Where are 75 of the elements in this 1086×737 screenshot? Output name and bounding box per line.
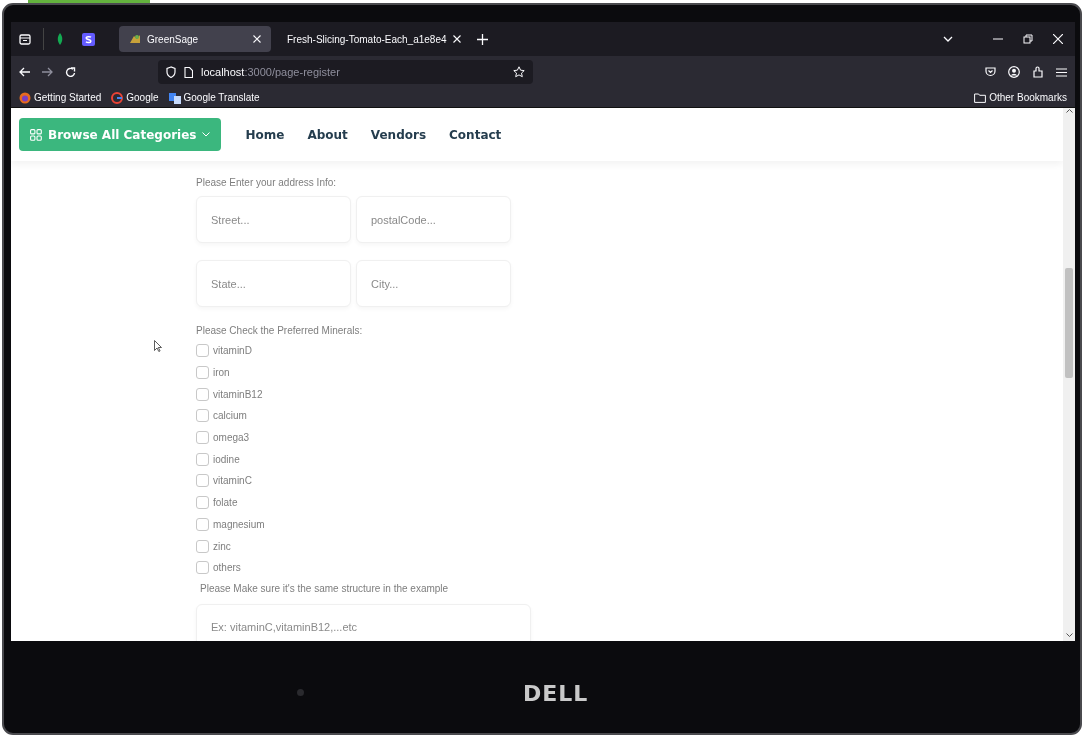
browser-tab[interactable]: Fresh-Slicing-Tomato-Each_a1e8e4	[277, 26, 471, 52]
checkbox-label: omega3	[213, 432, 250, 444]
scrollbar-thumb[interactable]	[1065, 268, 1073, 378]
url-path: :3000/page-register	[244, 66, 340, 78]
checkbox[interactable]	[196, 474, 209, 488]
folder-icon	[974, 92, 987, 103]
translate-icon	[168, 91, 181, 104]
close-tab-icon[interactable]	[253, 35, 261, 43]
checkbox-label: others	[213, 562, 241, 574]
s-pin-icon[interactable]	[82, 32, 95, 46]
minerals-input-field[interactable]: Ex: vitaminC,vitaminB12,...etc	[196, 603, 531, 641]
checkbox-label: iodine	[213, 453, 240, 465]
other-bookmarks-link[interactable]: Other Bookmarks	[989, 92, 1067, 103]
nav-link[interactable]: Vendors	[370, 127, 427, 142]
account-icon[interactable]	[1008, 66, 1020, 78]
checkbox-label: vitaminB12	[213, 388, 263, 400]
address-field[interactable]: Street...	[196, 196, 351, 243]
checkbox-label: vitaminC	[213, 475, 252, 487]
mouse-pointer-icon	[154, 340, 162, 352]
minerals-prompt: Please Check the Preferred Minerals:	[196, 325, 364, 336]
scrollbar-track[interactable]	[1063, 108, 1075, 641]
menu-icon[interactable]	[1056, 67, 1067, 77]
checkbox-label: magnesium	[213, 518, 265, 530]
address-field[interactable]: postalCode...	[356, 196, 511, 243]
checkbox[interactable]	[196, 452, 209, 466]
extensions-icon[interactable]	[1032, 66, 1044, 78]
close-tab-icon[interactable]	[452, 35, 461, 43]
checkbox-label: vitaminD	[213, 345, 252, 357]
close-icon[interactable]	[1053, 34, 1063, 44]
nav-link[interactable]: Contact	[449, 127, 502, 142]
restore-icon[interactable]	[1023, 34, 1033, 44]
checkbox[interactable]	[196, 387, 209, 401]
address-field[interactable]: City...	[356, 260, 511, 307]
checkbox-label: iron	[213, 367, 230, 379]
scroll-up-icon[interactable]	[1065, 108, 1073, 113]
tab-list-icon[interactable]	[19, 33, 31, 45]
back-icon[interactable]	[19, 67, 30, 77]
checkbox-label: calcium	[213, 410, 247, 422]
checkbox[interactable]	[196, 496, 209, 510]
new-tab-icon[interactable]	[476, 33, 488, 45]
address-field[interactable]: State...	[196, 260, 351, 307]
address-prompt: Please Enter your address Info:	[196, 177, 338, 188]
bookmark-link[interactable]: Google	[126, 92, 159, 103]
camera-dot	[297, 689, 304, 696]
checkbox[interactable]	[196, 561, 209, 575]
bookmark-link[interactable]: Getting Started	[34, 92, 102, 103]
globe-fox-icon	[19, 91, 31, 104]
chevron-down-icon	[202, 132, 211, 137]
grid-icon	[30, 128, 42, 141]
shield-icon	[166, 66, 176, 78]
checkbox[interactable]	[196, 366, 209, 380]
forward-icon[interactable]	[42, 67, 53, 77]
structure-hint: Please Make sure it's the same structure in the example	[200, 582, 450, 594]
chevron-down-icon[interactable]	[943, 36, 953, 42]
browser-tab[interactable]: GreenSage	[119, 26, 271, 52]
url-host: localhost	[201, 66, 245, 78]
bookmark-link[interactable]: Google Translate	[183, 92, 260, 103]
address-bar[interactable]: localhost:3000/page-register	[158, 60, 533, 84]
pocket-icon[interactable]	[985, 67, 996, 77]
scroll-down-icon[interactable]	[1065, 633, 1073, 638]
checkbox-label: folate	[213, 497, 238, 509]
checkbox[interactable]	[196, 539, 209, 553]
checkbox-label: zinc	[213, 540, 231, 552]
star-icon[interactable]	[512, 66, 525, 78]
nav-link[interactable]: About	[307, 127, 348, 142]
checkbox[interactable]	[196, 409, 209, 423]
leaf-pin-icon[interactable]	[56, 33, 64, 45]
reload-icon[interactable]	[65, 66, 76, 78]
checkbox[interactable]	[196, 431, 209, 445]
nav-link[interactable]: Home	[245, 127, 285, 142]
brand-logo: DELL	[523, 681, 589, 706]
checkbox[interactable]	[196, 517, 209, 531]
g-logo-icon	[111, 91, 124, 104]
checkbox[interactable]	[196, 344, 209, 358]
page-icon	[184, 66, 193, 78]
